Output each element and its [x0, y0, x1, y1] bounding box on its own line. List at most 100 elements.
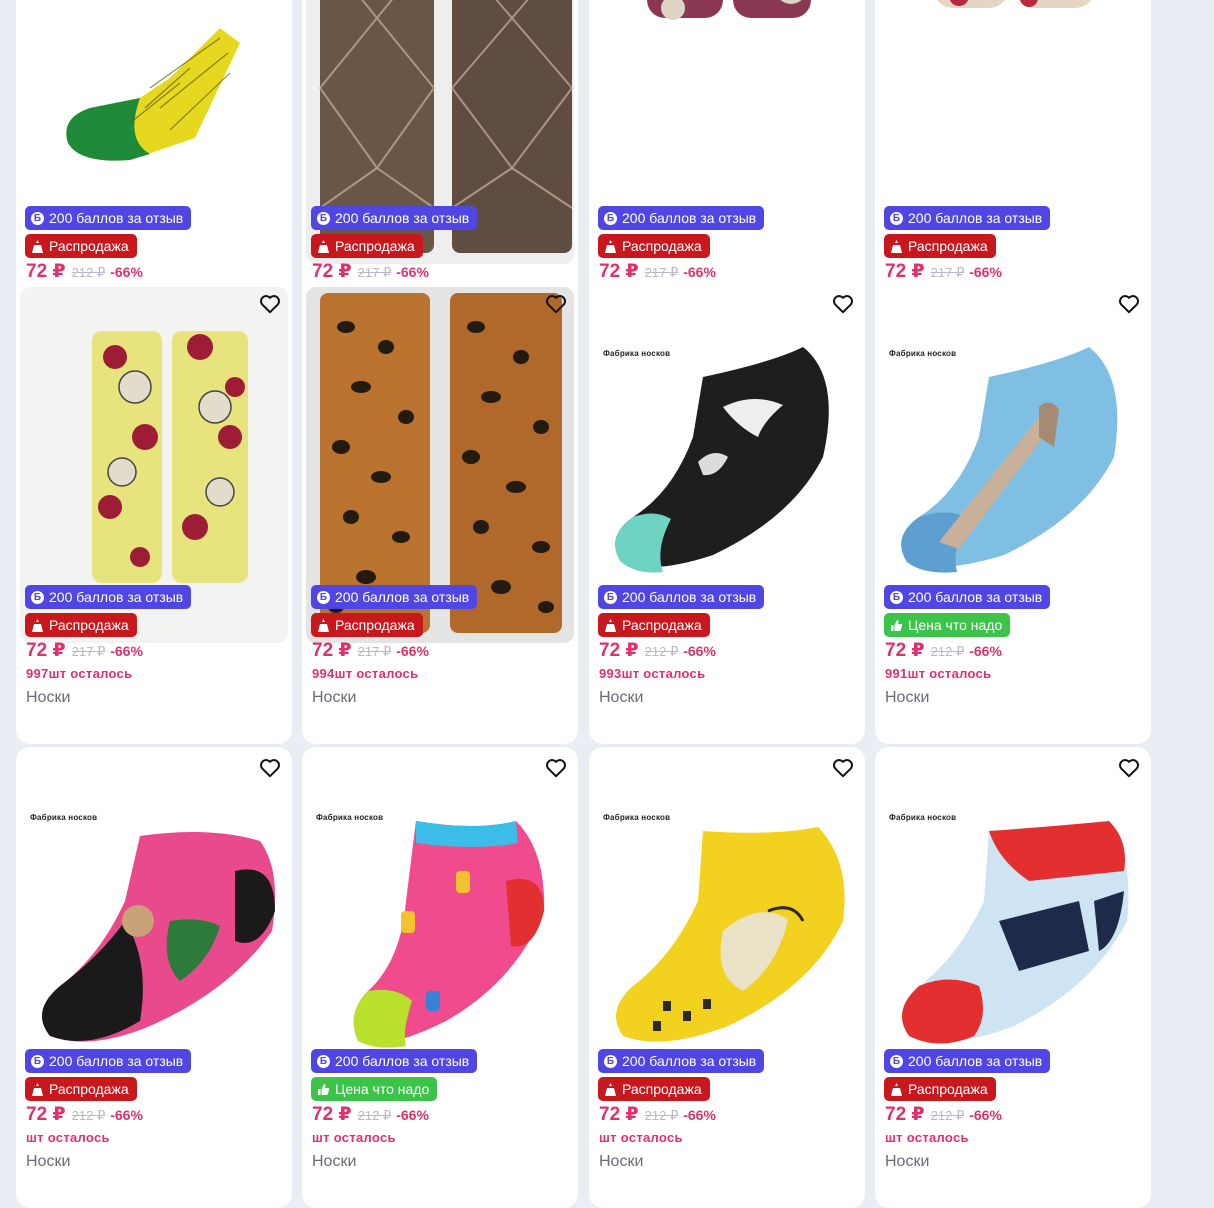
sale-badge-label: Распродажа	[908, 238, 988, 254]
old-price: 212 ₽	[644, 644, 679, 659]
points-coin-icon: Б	[890, 211, 903, 225]
current-price: 72 ₽	[885, 261, 925, 282]
product-card[interactable]: Б 200 баллов за отзыв Распродажа 72 ₽ 21…	[302, 283, 578, 744]
price-good-badge: Цена что надо	[884, 613, 1011, 637]
points-badge-label: 200 баллов за отзыв	[335, 210, 470, 226]
old-price: 212 ₽	[930, 644, 965, 659]
stock-remaining: шт осталось	[885, 1130, 969, 1145]
product-title[interactable]: Носки	[312, 689, 356, 707]
discount-percent: -66%	[683, 1107, 716, 1123]
stock-remaining: 994шт осталось	[312, 666, 418, 681]
favorite-heart-icon[interactable]	[831, 757, 855, 779]
old-price: 212 ₽	[930, 1108, 965, 1123]
sale-badge-label: Распродажа	[49, 617, 129, 633]
points-coin-icon: Б	[31, 1054, 44, 1068]
sale-badge: Распродажа	[598, 613, 710, 637]
review-points-badge: Б 200 баллов за отзыв	[884, 206, 1051, 230]
favorite-heart-icon[interactable]	[1117, 757, 1141, 779]
old-price: 212 ₽	[71, 1108, 106, 1123]
price-good-badge: Цена что надо	[311, 1077, 438, 1101]
stock-suffix: шт осталось	[907, 666, 992, 681]
price-row: 72 ₽ 217 ₽ -66%	[599, 260, 716, 283]
stock-remaining: шт осталось	[312, 1130, 396, 1145]
old-price: 217 ₽	[71, 644, 106, 659]
old-price: 217 ₽	[357, 644, 392, 659]
stock-remaining: шт осталось	[599, 1130, 683, 1145]
product-title[interactable]: Носки	[885, 689, 929, 707]
favorite-heart-icon[interactable]	[258, 757, 282, 779]
points-badge-label: 200 баллов за отзыв	[49, 1053, 184, 1069]
points-coin-icon: Б	[31, 590, 44, 604]
stock-remaining: 991шт осталось	[885, 666, 991, 681]
review-points-badge: Б 200 баллов за отзыв	[25, 585, 192, 609]
product-title[interactable]: Носки	[599, 689, 643, 707]
favorite-heart-icon[interactable]	[544, 757, 568, 779]
current-price: 72 ₽	[885, 640, 925, 661]
discount-percent: -66%	[110, 1107, 143, 1123]
product-card[interactable]: Фабрика носков Б 200 баллов за отзыв Цен…	[302, 747, 578, 1208]
product-card[interactable]: Фабрика носков Б 200 баллов за отзыв Рас…	[589, 747, 865, 1208]
old-price: 212 ₽	[357, 1108, 392, 1123]
sale-badge: Распродажа	[25, 234, 137, 258]
current-price: 72 ₽	[312, 640, 352, 661]
product-card[interactable]: Фабрика носков Б 200 баллов за отзыв Цен…	[875, 283, 1151, 744]
thumbs-up-icon	[317, 1083, 330, 1096]
brand-label: Фабрика носков	[889, 813, 957, 822]
product-card[interactable]: Фабрика носков Б 200 баллов за отзыв Рас…	[589, 283, 865, 744]
product-title[interactable]: Носки	[312, 1153, 356, 1171]
discount-percent: -66%	[683, 264, 716, 280]
product-title[interactable]: Носки	[26, 689, 70, 707]
points-coin-icon: Б	[604, 1054, 617, 1068]
points-coin-icon: Б	[317, 590, 330, 604]
discount-percent: -66%	[969, 264, 1002, 280]
stock-remaining: 993шт осталось	[599, 666, 705, 681]
points-badge-label: 200 баллов за отзыв	[908, 1053, 1043, 1069]
product-title[interactable]: Носки	[885, 1153, 929, 1171]
brand-label: Фабрика носков	[603, 349, 671, 358]
discount-percent: -66%	[396, 1107, 429, 1123]
discount-percent: -66%	[110, 264, 143, 280]
current-price: 72 ₽	[599, 640, 639, 661]
stock-suffix: шт осталось	[885, 1130, 969, 1145]
points-badge-label: 200 баллов за отзыв	[49, 589, 184, 605]
sale-tree-icon	[604, 239, 617, 253]
favorite-heart-icon[interactable]	[258, 293, 282, 315]
sale-tree-icon	[31, 1082, 44, 1096]
stock-suffix: шт осталось	[26, 1130, 110, 1145]
sale-tree-icon	[604, 618, 617, 632]
favorite-heart-icon[interactable]	[831, 293, 855, 315]
favorite-heart-icon[interactable]	[1117, 293, 1141, 315]
stock-suffix: шт осталось	[334, 666, 419, 681]
product-title[interactable]: Носки	[599, 1153, 643, 1171]
sale-badge: Распродажа	[598, 234, 710, 258]
price-row: 72 ₽ 212 ₽ -66%	[885, 1103, 1002, 1126]
stock-suffix: шт осталось	[312, 1130, 396, 1145]
current-price: 72 ₽	[312, 1104, 352, 1125]
stock-count: 997	[26, 666, 49, 681]
points-badge-label: 200 баллов за отзыв	[908, 589, 1043, 605]
points-badge-label: 200 баллов за отзыв	[335, 589, 470, 605]
discount-percent: -66%	[396, 643, 429, 659]
favorite-heart-icon[interactable]	[544, 293, 568, 315]
sale-badge-label: Распродажа	[49, 238, 129, 254]
sale-badge: Распродажа	[884, 234, 996, 258]
sale-badge-label: Распродажа	[622, 617, 702, 633]
sale-badge-label: Распродажа	[622, 1081, 702, 1097]
current-price: 72 ₽	[599, 1104, 639, 1125]
sale-badge: Распродажа	[311, 613, 423, 637]
price-row: 72 ₽ 212 ₽ -66%	[26, 1103, 143, 1126]
price-row: 72 ₽ 212 ₽ -66%	[26, 260, 143, 283]
product-card[interactable]: Б 200 баллов за отзыв Распродажа 72 ₽ 21…	[16, 283, 292, 744]
stock-count: 993	[599, 666, 622, 681]
price-row: 72 ₽ 217 ₽ -66%	[885, 260, 1002, 283]
product-card[interactable]: Фабрика носков Б 200 баллов за отзыв Рас…	[875, 747, 1151, 1208]
points-coin-icon: Б	[604, 211, 617, 225]
old-price: 217 ₽	[357, 265, 392, 280]
points-badge-label: 200 баллов за отзыв	[335, 1053, 470, 1069]
discount-percent: -66%	[396, 264, 429, 280]
review-points-badge: Б 200 баллов за отзыв	[25, 1049, 192, 1073]
stock-suffix: шт осталось	[48, 666, 133, 681]
price-row: 72 ₽ 212 ₽ -66%	[885, 639, 1002, 662]
product-card[interactable]: Фабрика носков Б 200 баллов за отзыв Рас…	[16, 747, 292, 1208]
product-title[interactable]: Носки	[26, 1153, 70, 1171]
